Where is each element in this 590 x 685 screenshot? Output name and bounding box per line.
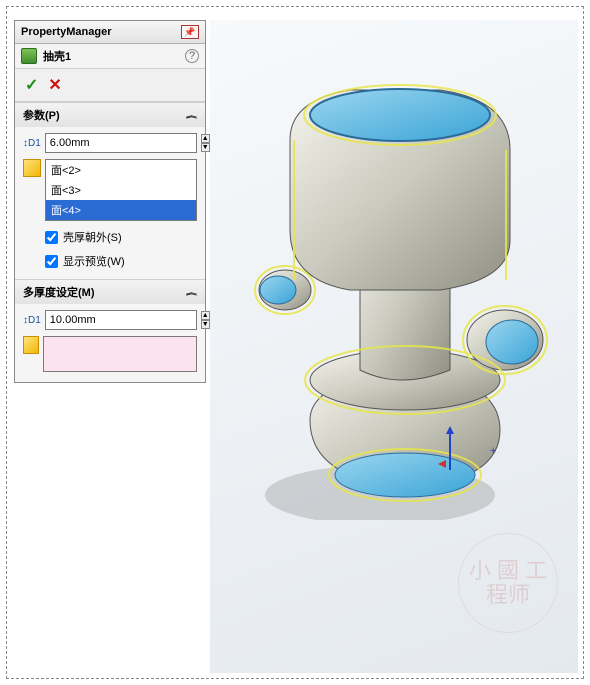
- svg-text:+: +: [490, 445, 496, 457]
- feature-row: 抽壳1 ?: [15, 44, 205, 69]
- pm-title: PropertyManager: [21, 26, 111, 38]
- model-preview: +: [250, 80, 560, 520]
- confirm-row: ✓ ✕: [15, 69, 205, 102]
- multi-thickness-spinner[interactable]: ▲▼: [201, 311, 210, 329]
- thickness-spinner[interactable]: ▲▼: [201, 134, 210, 152]
- multi-faces-listbox[interactable]: [43, 336, 197, 372]
- chevron-up-icon: ︽: [186, 110, 197, 120]
- pin-icon[interactable]: 📌: [181, 25, 199, 39]
- multi-thickness-input[interactable]: [45, 310, 197, 330]
- chevron-up-icon: ︽: [186, 287, 197, 297]
- params-header[interactable]: 参数(P) ︽: [15, 103, 205, 127]
- dimension-icon: ↕D1: [23, 135, 41, 151]
- list-item[interactable]: 面<2>: [46, 160, 196, 180]
- multi-faces-icon: [23, 336, 39, 354]
- multi-header[interactable]: 多厚度设定(M) ︽: [15, 280, 205, 304]
- watermark: 小 國 工程师: [458, 533, 558, 633]
- thickness-input[interactable]: [45, 133, 197, 153]
- shell-feature-icon: [21, 48, 37, 64]
- ok-button[interactable]: ✓: [25, 75, 38, 95]
- model-viewport[interactable]: + 小 國 工程师: [210, 20, 578, 673]
- list-item[interactable]: 面<3>: [46, 180, 196, 200]
- shell-outward-checkbox[interactable]: 壳厚朝外(S): [45, 229, 197, 245]
- list-item[interactable]: 面<4>: [46, 200, 196, 220]
- pm-header: PropertyManager 📌: [15, 21, 205, 44]
- dimension-icon: ↕D1: [23, 312, 41, 328]
- faces-icon: [23, 159, 41, 177]
- feature-name: 抽壳1: [43, 48, 71, 64]
- multi-thickness-section: 多厚度设定(M) ︽ ↕D1 ▲▼: [15, 279, 205, 382]
- show-preview-checkbox[interactable]: 显示预览(W): [45, 253, 197, 269]
- faces-listbox[interactable]: 面<2> 面<3> 面<4>: [45, 159, 197, 221]
- help-icon[interactable]: ?: [185, 49, 199, 63]
- property-manager-panel: PropertyManager 📌 抽壳1 ? ✓ ✕ 参数(P) ︽ ↕D1 …: [14, 20, 206, 383]
- params-section: 参数(P) ︽ ↕D1 ▲▼ 面<2> 面<3> 面<4> 壳厚朝外(S): [15, 102, 205, 279]
- cancel-button[interactable]: ✕: [48, 75, 61, 95]
